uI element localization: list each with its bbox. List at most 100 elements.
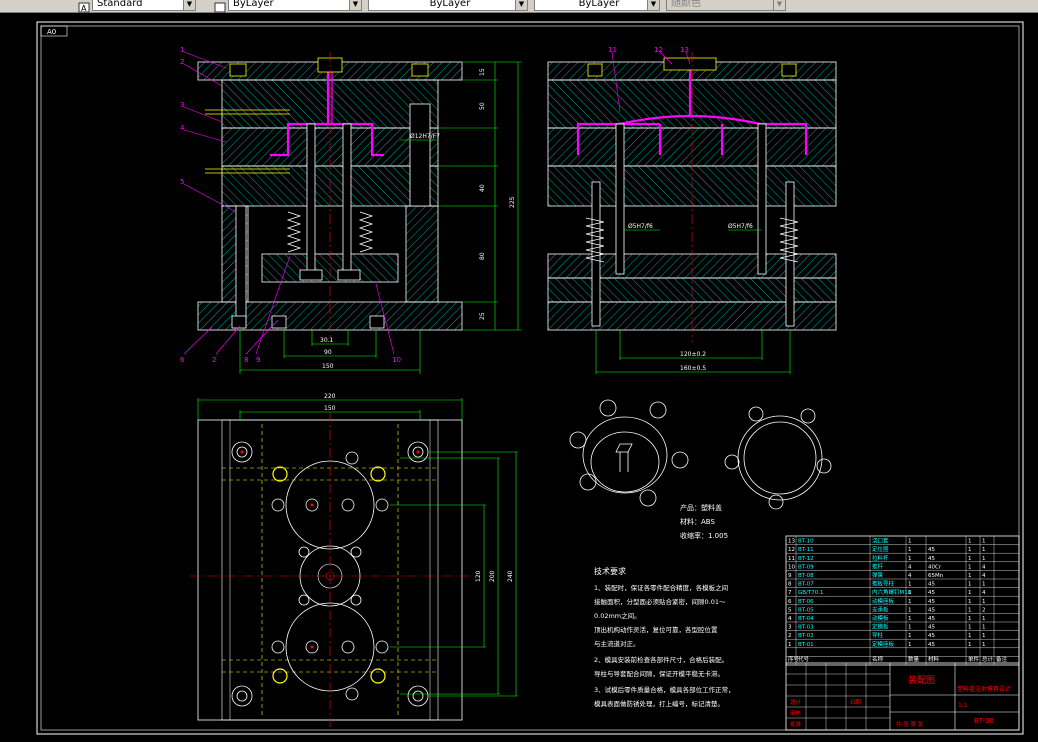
bom-cell-name: 拉料杆 (872, 554, 889, 562)
dim-h3: 40 (479, 184, 486, 192)
bom-cell-code: BT-01 (798, 642, 814, 648)
iso-view-2 (724, 406, 832, 510)
bom-cell-no: 1 (788, 642, 792, 648)
bom-cell-qty: 4 (908, 573, 912, 579)
bom-cell-code: BT-07 (798, 582, 814, 588)
bom-cell-name: 内六角螺钉M10 (872, 588, 912, 596)
linetype-combo[interactable]: ByLayer ▼ (368, 0, 528, 11)
bom-cell-b: 1 (982, 539, 986, 545)
dim-side-w2: 160±0.5 (680, 365, 706, 372)
bom-cell-b: 1 (982, 616, 986, 622)
bom-cell-b: 1 (982, 547, 986, 553)
bom-cell-a: 1 (968, 625, 972, 631)
date-label: 日期 (850, 699, 862, 706)
callout-11: 11 (608, 46, 617, 54)
drawing-canvas[interactable]: A0 1 2 3 4 5 6 2 8 9 10 15 50 40 80 25 2… (0, 12, 1038, 738)
drawing-subtitle: 塑料盖注射模具设计 (957, 685, 1011, 693)
callout-8: 8 (244, 356, 248, 364)
dim-plan-w-top: 220 (324, 393, 336, 400)
bom-cell-b: 1 (982, 599, 986, 605)
bom-cell-b: 1 (982, 642, 986, 648)
bom-cell-name: 动模板 (872, 614, 889, 622)
bom-cell-qty: 1 (908, 556, 912, 562)
plan-view (190, 412, 470, 727)
product-material: 材料：ABS (680, 517, 715, 526)
text-style-value: Standard (97, 0, 143, 9)
bom-cell-qty: 1 (908, 616, 912, 622)
bom-cell-mat: 45 (928, 642, 935, 648)
dim-pin1: Ø5H7/f6 (628, 223, 653, 230)
bom-cell-qty: 1 (908, 599, 912, 605)
callout-9: 9 (256, 356, 260, 364)
dim-h5: 25 (479, 312, 486, 320)
bom-cell-qty: 1 (908, 539, 912, 545)
lineweight-combo[interactable]: ByLayer ▼ (534, 0, 660, 11)
bom-cell-b: 1 (982, 633, 986, 639)
bom-cell-no: 8 (788, 582, 792, 588)
bom-cell-mat: 45 (928, 607, 935, 613)
bom-cell-a: 1 (968, 547, 972, 553)
callout-3: 3 (180, 101, 184, 109)
chevron-down-icon[interactable]: ▼ (515, 0, 527, 10)
color-combo[interactable]: ByLayer ▼ (228, 0, 362, 11)
chevron-down-icon[interactable]: ▼ (349, 0, 361, 10)
bom-cell-name: 弹簧 (872, 571, 884, 579)
callout-4: 4 (180, 124, 185, 132)
bom-cell-name: 定模板 (872, 623, 889, 631)
bom-cell-mat: 65Mn (928, 573, 944, 579)
callout-2: 2 (180, 58, 184, 66)
callout-10: 10 (392, 356, 401, 364)
product-name: 产品：塑料盖 (680, 503, 722, 512)
bom-cell-mat: 45 (928, 633, 935, 639)
bom-cell-code: BT-09 (798, 564, 814, 570)
linetype-value: ByLayer (429, 0, 471, 9)
bom-cell-code: BT-06 (798, 599, 814, 605)
bom-cell-name: 导柱 (872, 631, 884, 639)
bom-cell-no: 6 (788, 599, 792, 605)
bom-cell-qty: 4 (908, 564, 912, 570)
bom-cell-mat: 40Cr (928, 564, 942, 570)
checker-label: 审核 (790, 709, 802, 717)
plot-style-combo[interactable]: 随颜色 ▼ (666, 0, 786, 11)
bom-cell-a: 1 (968, 633, 972, 639)
bom-cell-b: 1 (982, 582, 986, 588)
bom-cell-name: 推杆 (872, 562, 884, 570)
bom-header-b: 总计 (982, 655, 994, 663)
bom-header-qty: 数量 (908, 655, 920, 663)
tech-req-line: 顶出机构动作灵活，复位可靠，各型腔位置 (594, 625, 718, 634)
dim-w2: 90 (324, 349, 332, 356)
tech-req-line: 模具表面做防锈处理，打上编号，标记清楚。 (594, 699, 724, 708)
callout-6: 6 (180, 356, 185, 364)
bom-cell-code: BT-11 (798, 547, 814, 553)
bom-cell-name: 定模座板 (872, 640, 895, 648)
bom-cell-code: GB/T70.1 (798, 590, 824, 596)
bom-header-mat: 材料 (928, 655, 940, 663)
bom-cell-name: 浇口套 (872, 537, 889, 545)
bom-cell-no: 5 (788, 607, 792, 613)
dim-bore: Ø12H7/F7 (410, 133, 440, 140)
callout-1: 1 (180, 46, 184, 54)
bom-cell-mat: 45 (928, 616, 935, 622)
chevron-down-icon[interactable]: ▼ (773, 0, 785, 10)
text-style-combo[interactable]: Standard ▼ (92, 0, 196, 11)
chevron-down-icon[interactable]: ▼ (183, 0, 195, 10)
bom-table: 13 BT-10 浇口套 1 1 112 BT-11 定位圈 1 45 1 111 BT-12 拉料杆 1 4… (785, 535, 1020, 666)
bom-cell-b: 1 (982, 625, 986, 631)
dim-w3: 150 (322, 363, 334, 370)
bom-cell-b: 4 (982, 564, 986, 570)
bom-cell-name: 支承板 (872, 605, 889, 613)
bom-cell-qty: 1 (908, 633, 912, 639)
bom-cell-qty: 1 (908, 607, 912, 613)
dim-total-h: 225 (509, 196, 516, 208)
chevron-down-icon[interactable]: ▼ (647, 0, 659, 10)
bom-cell-mat: 45 (928, 547, 935, 553)
callout-13: 13 (680, 46, 689, 54)
iso-view-1 (569, 399, 689, 507)
bom-cell-name: 动模座板 (872, 597, 895, 605)
bom-cell-code: BT-03 (798, 625, 814, 631)
dim-h1: 15 (479, 68, 486, 76)
bom-cell-qty: 1 (908, 582, 912, 588)
bom-header-name: 名称 (872, 655, 884, 663)
bom-cell-no: 12 (788, 547, 795, 553)
dim-w1: 30.1 (320, 337, 334, 344)
